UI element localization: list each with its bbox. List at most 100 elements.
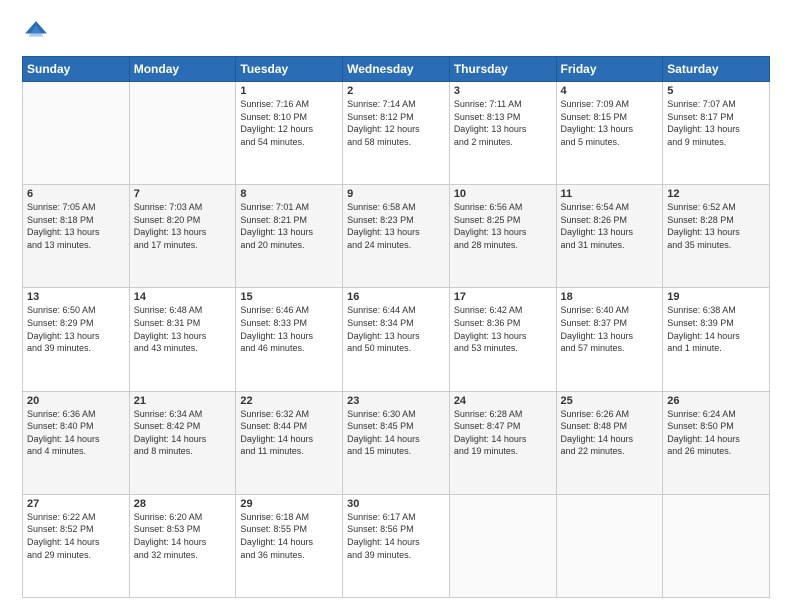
calendar-week: 1Sunrise: 7:16 AM Sunset: 8:10 PM Daylig… (23, 82, 770, 185)
weekday-header: Friday (556, 57, 663, 82)
day-info: Sunrise: 6:42 AM Sunset: 8:36 PM Dayligh… (454, 304, 552, 354)
day-info: Sunrise: 6:32 AM Sunset: 8:44 PM Dayligh… (240, 408, 338, 458)
day-number: 15 (240, 291, 338, 303)
calendar-cell (129, 82, 236, 185)
day-info: Sunrise: 6:20 AM Sunset: 8:53 PM Dayligh… (134, 511, 232, 561)
day-number: 2 (347, 85, 445, 97)
day-number: 6 (27, 188, 125, 200)
calendar-cell: 21Sunrise: 6:34 AM Sunset: 8:42 PM Dayli… (129, 391, 236, 494)
day-info: Sunrise: 6:18 AM Sunset: 8:55 PM Dayligh… (240, 511, 338, 561)
day-number: 23 (347, 395, 445, 407)
day-info: Sunrise: 6:48 AM Sunset: 8:31 PM Dayligh… (134, 304, 232, 354)
calendar-week: 6Sunrise: 7:05 AM Sunset: 8:18 PM Daylig… (23, 185, 770, 288)
day-info: Sunrise: 7:16 AM Sunset: 8:10 PM Dayligh… (240, 98, 338, 148)
calendar-cell: 6Sunrise: 7:05 AM Sunset: 8:18 PM Daylig… (23, 185, 130, 288)
day-number: 28 (134, 498, 232, 510)
calendar-cell: 27Sunrise: 6:22 AM Sunset: 8:52 PM Dayli… (23, 494, 130, 597)
day-info: Sunrise: 7:03 AM Sunset: 8:20 PM Dayligh… (134, 201, 232, 251)
day-number: 4 (561, 85, 659, 97)
calendar-cell: 30Sunrise: 6:17 AM Sunset: 8:56 PM Dayli… (343, 494, 450, 597)
weekday-header: Sunday (23, 57, 130, 82)
calendar-cell: 29Sunrise: 6:18 AM Sunset: 8:55 PM Dayli… (236, 494, 343, 597)
day-number: 10 (454, 188, 552, 200)
calendar: SundayMondayTuesdayWednesdayThursdayFrid… (22, 56, 770, 598)
day-info: Sunrise: 7:09 AM Sunset: 8:15 PM Dayligh… (561, 98, 659, 148)
calendar-cell: 19Sunrise: 6:38 AM Sunset: 8:39 PM Dayli… (663, 288, 770, 391)
calendar-cell: 5Sunrise: 7:07 AM Sunset: 8:17 PM Daylig… (663, 82, 770, 185)
day-info: Sunrise: 6:40 AM Sunset: 8:37 PM Dayligh… (561, 304, 659, 354)
day-info: Sunrise: 6:22 AM Sunset: 8:52 PM Dayligh… (27, 511, 125, 561)
day-info: Sunrise: 7:07 AM Sunset: 8:17 PM Dayligh… (667, 98, 765, 148)
day-number: 27 (27, 498, 125, 510)
day-number: 21 (134, 395, 232, 407)
calendar-cell (23, 82, 130, 185)
calendar-week: 13Sunrise: 6:50 AM Sunset: 8:29 PM Dayli… (23, 288, 770, 391)
day-number: 11 (561, 188, 659, 200)
day-info: Sunrise: 7:14 AM Sunset: 8:12 PM Dayligh… (347, 98, 445, 148)
calendar-cell: 12Sunrise: 6:52 AM Sunset: 8:28 PM Dayli… (663, 185, 770, 288)
calendar-cell: 15Sunrise: 6:46 AM Sunset: 8:33 PM Dayli… (236, 288, 343, 391)
day-info: Sunrise: 6:54 AM Sunset: 8:26 PM Dayligh… (561, 201, 659, 251)
calendar-cell: 26Sunrise: 6:24 AM Sunset: 8:50 PM Dayli… (663, 391, 770, 494)
day-number: 8 (240, 188, 338, 200)
weekday-header: Thursday (449, 57, 556, 82)
day-number: 29 (240, 498, 338, 510)
calendar-week: 27Sunrise: 6:22 AM Sunset: 8:52 PM Dayli… (23, 494, 770, 597)
logo (22, 18, 54, 46)
calendar-cell: 22Sunrise: 6:32 AM Sunset: 8:44 PM Dayli… (236, 391, 343, 494)
calendar-cell: 7Sunrise: 7:03 AM Sunset: 8:20 PM Daylig… (129, 185, 236, 288)
calendar-cell: 8Sunrise: 7:01 AM Sunset: 8:21 PM Daylig… (236, 185, 343, 288)
calendar-cell: 25Sunrise: 6:26 AM Sunset: 8:48 PM Dayli… (556, 391, 663, 494)
calendar-cell (449, 494, 556, 597)
day-number: 22 (240, 395, 338, 407)
header (22, 18, 770, 46)
calendar-cell: 11Sunrise: 6:54 AM Sunset: 8:26 PM Dayli… (556, 185, 663, 288)
day-info: Sunrise: 6:44 AM Sunset: 8:34 PM Dayligh… (347, 304, 445, 354)
day-info: Sunrise: 6:26 AM Sunset: 8:48 PM Dayligh… (561, 408, 659, 458)
calendar-cell: 17Sunrise: 6:42 AM Sunset: 8:36 PM Dayli… (449, 288, 556, 391)
calendar-cell (663, 494, 770, 597)
day-info: Sunrise: 6:17 AM Sunset: 8:56 PM Dayligh… (347, 511, 445, 561)
calendar-cell: 14Sunrise: 6:48 AM Sunset: 8:31 PM Dayli… (129, 288, 236, 391)
day-info: Sunrise: 6:56 AM Sunset: 8:25 PM Dayligh… (454, 201, 552, 251)
day-number: 7 (134, 188, 232, 200)
day-number: 18 (561, 291, 659, 303)
day-info: Sunrise: 6:58 AM Sunset: 8:23 PM Dayligh… (347, 201, 445, 251)
calendar-body: 1Sunrise: 7:16 AM Sunset: 8:10 PM Daylig… (23, 82, 770, 598)
day-number: 25 (561, 395, 659, 407)
day-number: 19 (667, 291, 765, 303)
day-number: 16 (347, 291, 445, 303)
calendar-cell: 10Sunrise: 6:56 AM Sunset: 8:25 PM Dayli… (449, 185, 556, 288)
day-number: 26 (667, 395, 765, 407)
weekday-header: Saturday (663, 57, 770, 82)
calendar-cell: 23Sunrise: 6:30 AM Sunset: 8:45 PM Dayli… (343, 391, 450, 494)
page: SundayMondayTuesdayWednesdayThursdayFrid… (0, 0, 792, 612)
calendar-header: SundayMondayTuesdayWednesdayThursdayFrid… (23, 57, 770, 82)
day-info: Sunrise: 6:36 AM Sunset: 8:40 PM Dayligh… (27, 408, 125, 458)
calendar-cell: 2Sunrise: 7:14 AM Sunset: 8:12 PM Daylig… (343, 82, 450, 185)
calendar-cell (556, 494, 663, 597)
day-info: Sunrise: 7:01 AM Sunset: 8:21 PM Dayligh… (240, 201, 338, 251)
logo-icon (22, 18, 50, 46)
calendar-week: 20Sunrise: 6:36 AM Sunset: 8:40 PM Dayli… (23, 391, 770, 494)
day-number: 14 (134, 291, 232, 303)
day-info: Sunrise: 7:11 AM Sunset: 8:13 PM Dayligh… (454, 98, 552, 148)
calendar-cell: 18Sunrise: 6:40 AM Sunset: 8:37 PM Dayli… (556, 288, 663, 391)
calendar-cell: 13Sunrise: 6:50 AM Sunset: 8:29 PM Dayli… (23, 288, 130, 391)
day-number: 5 (667, 85, 765, 97)
day-number: 13 (27, 291, 125, 303)
day-info: Sunrise: 6:24 AM Sunset: 8:50 PM Dayligh… (667, 408, 765, 458)
weekday-row: SundayMondayTuesdayWednesdayThursdayFrid… (23, 57, 770, 82)
calendar-cell: 20Sunrise: 6:36 AM Sunset: 8:40 PM Dayli… (23, 391, 130, 494)
day-number: 12 (667, 188, 765, 200)
calendar-cell: 1Sunrise: 7:16 AM Sunset: 8:10 PM Daylig… (236, 82, 343, 185)
calendar-cell: 3Sunrise: 7:11 AM Sunset: 8:13 PM Daylig… (449, 82, 556, 185)
day-number: 9 (347, 188, 445, 200)
day-info: Sunrise: 6:34 AM Sunset: 8:42 PM Dayligh… (134, 408, 232, 458)
weekday-header: Wednesday (343, 57, 450, 82)
calendar-cell: 28Sunrise: 6:20 AM Sunset: 8:53 PM Dayli… (129, 494, 236, 597)
day-info: Sunrise: 6:52 AM Sunset: 8:28 PM Dayligh… (667, 201, 765, 251)
day-number: 1 (240, 85, 338, 97)
day-info: Sunrise: 6:30 AM Sunset: 8:45 PM Dayligh… (347, 408, 445, 458)
day-number: 30 (347, 498, 445, 510)
